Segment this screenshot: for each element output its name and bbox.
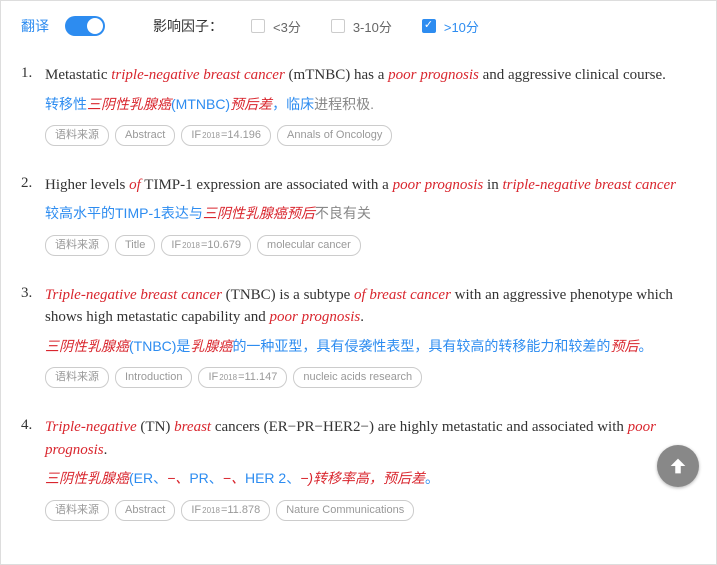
result-item: Triple-negative breast cancer (TNBC) is … — [21, 284, 696, 388]
tag-journal[interactable]: molecular cancer — [257, 235, 361, 256]
tag-if[interactable]: IF2018=10.679 — [161, 235, 251, 256]
result-title: Higher levels of TIMP-1 expression are a… — [45, 174, 696, 197]
impact-factor-label: 影响因子： — [153, 16, 223, 36]
filter-bar: 翻译 影响因子： <3分 3-10分 >10分 — [21, 16, 696, 36]
checkbox-icon — [331, 19, 345, 33]
checkbox-lt3[interactable]: <3分 — [251, 17, 301, 36]
results-list: Metastatic triple-negative breast cancer… — [21, 64, 696, 521]
arrow-up-icon — [667, 455, 689, 477]
tag-source[interactable]: 语料来源 — [45, 500, 109, 521]
checkbox-icon — [422, 19, 436, 33]
result-tags: 语料来源 Abstract IF2018=11.878 Nature Commu… — [45, 500, 696, 521]
result-item: Metastatic triple-negative breast cancer… — [21, 64, 696, 146]
tag-source[interactable]: 语料来源 — [45, 235, 109, 256]
result-tags: 语料来源 Introduction IF2018=11.147 nucleic … — [45, 367, 696, 388]
translate-toggle[interactable] — [65, 16, 105, 36]
result-translation: 三阴性乳腺癌(TNBC)是乳腺癌的一种亚型，具有侵袭性表型，具有较高的转移能力和… — [45, 335, 696, 357]
tag-source[interactable]: 语料来源 — [45, 125, 109, 146]
result-item: Triple-negative (TN) breast cancers (ER−… — [21, 416, 696, 520]
tag-section[interactable]: Abstract — [115, 500, 175, 521]
result-translation: 较高水平的TIMP-1表达与三阴性乳腺癌预后不良有关 — [45, 202, 696, 224]
checkbox-3to10[interactable]: 3-10分 — [331, 17, 392, 36]
checkbox-label: <3分 — [273, 17, 301, 36]
scroll-to-top-button[interactable] — [657, 445, 699, 487]
result-title: Triple-negative (TN) breast cancers (ER−… — [45, 416, 696, 461]
tag-journal[interactable]: Annals of Oncology — [277, 125, 392, 146]
tag-journal[interactable]: nucleic acids research — [293, 367, 422, 388]
tag-section[interactable]: Introduction — [115, 367, 192, 388]
tag-source[interactable]: 语料来源 — [45, 367, 109, 388]
result-title: Metastatic triple-negative breast cancer… — [45, 64, 696, 87]
checkbox-icon — [251, 19, 265, 33]
tag-if[interactable]: IF2018=11.878 — [181, 500, 270, 521]
factor-checkbox-group: <3分 3-10分 >10分 — [251, 17, 479, 36]
checkbox-gt10[interactable]: >10分 — [422, 17, 479, 36]
checkbox-label: >10分 — [444, 17, 479, 36]
result-tags: 语料来源 Title IF2018=10.679 molecular cance… — [45, 235, 696, 256]
tag-if[interactable]: IF2018=11.147 — [198, 367, 287, 388]
result-tags: 语料来源 Abstract IF2018=14.196 Annals of On… — [45, 125, 696, 146]
tag-journal[interactable]: Nature Communications — [276, 500, 414, 521]
result-translation: 转移性三阴性乳腺癌(MTNBC)预后差，临床进程积极. — [45, 93, 696, 115]
translate-label: 翻译 — [21, 16, 49, 36]
result-item: Higher levels of TIMP-1 expression are a… — [21, 174, 696, 256]
tag-if[interactable]: IF2018=14.196 — [181, 125, 271, 146]
checkbox-label: 3-10分 — [353, 17, 392, 36]
tag-section[interactable]: Abstract — [115, 125, 175, 146]
result-title: Triple-negative breast cancer (TNBC) is … — [45, 284, 696, 329]
tag-section[interactable]: Title — [115, 235, 155, 256]
result-translation: 三阴性乳腺癌(ER、−、PR、−、HER 2、−)转移率高，预后差。 — [45, 467, 696, 489]
